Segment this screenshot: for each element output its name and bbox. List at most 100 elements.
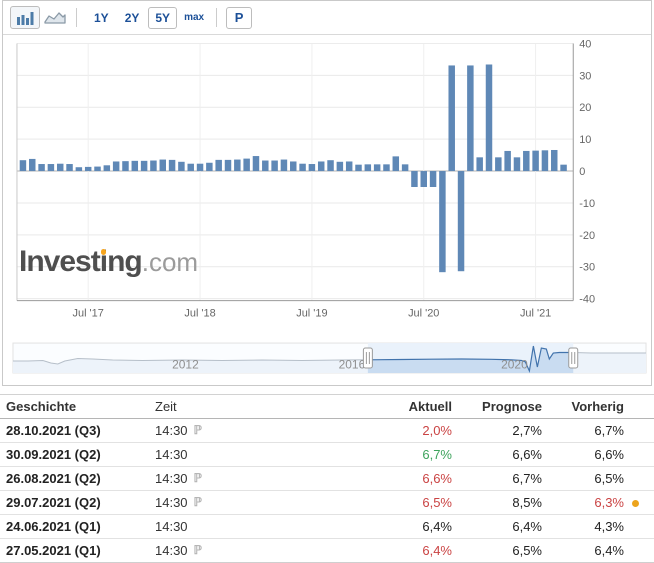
preliminary-flag-icon: ℙ: [194, 471, 202, 485]
forecast-value: 6,5%: [452, 543, 542, 558]
chart-bar[interactable]: [94, 167, 100, 171]
chart-bar[interactable]: [337, 162, 343, 171]
chart-bar[interactable]: [29, 159, 35, 171]
release-time: 14:30ℙ: [150, 495, 300, 510]
chart-bar[interactable]: [476, 157, 482, 171]
chart-bar[interactable]: [187, 164, 193, 171]
chart-widget: 1Y2Y5Ymax P 403020100-10-20-30-40Jul '17…: [2, 0, 652, 386]
chart-bar[interactable]: [318, 161, 324, 171]
previous-value: 6,7%: [542, 423, 624, 438]
chart-bar[interactable]: [290, 161, 296, 171]
chart-bar[interactable]: [542, 150, 548, 171]
chart-bar[interactable]: [458, 171, 464, 271]
chart-bar[interactable]: [346, 161, 352, 171]
chart-bar[interactable]: [560, 165, 566, 171]
main-chart[interactable]: 403020100-10-20-30-40Jul '17Jul '18Jul '…: [3, 35, 653, 337]
chart-bar[interactable]: [327, 160, 333, 171]
chart-bar[interactable]: [430, 171, 436, 187]
navigator-right-handle[interactable]: [569, 348, 578, 368]
chart-bar[interactable]: [122, 161, 128, 171]
chart-toolbar: 1Y2Y5Ymax P: [3, 1, 651, 35]
chart-bar[interactable]: [76, 167, 82, 171]
revision-dot-icon: [632, 500, 639, 507]
chart-bar[interactable]: [215, 160, 221, 171]
chart-bar[interactable]: [383, 164, 389, 171]
release-date: 27.05.2021 (Q1): [0, 543, 150, 558]
chart-bar[interactable]: [448, 65, 454, 171]
chart-bar[interactable]: [486, 64, 492, 171]
chart-bar[interactable]: [532, 151, 538, 171]
chart-bar[interactable]: [374, 164, 380, 171]
chart-bar[interactable]: [132, 161, 138, 171]
range-button-group: 1Y2Y5Ymax: [86, 7, 210, 29]
line-chart-type-button[interactable]: [40, 6, 70, 29]
chart-bar[interactable]: [467, 65, 473, 171]
chart-bar[interactable]: [141, 161, 147, 171]
chart-bar[interactable]: [299, 164, 305, 171]
chart-bar[interactable]: [178, 162, 184, 171]
svg-text:Jul '21: Jul '21: [520, 308, 551, 320]
chart-bar[interactable]: [355, 165, 361, 171]
chart-bar[interactable]: [271, 161, 277, 172]
svg-text:-10: -10: [579, 198, 595, 210]
previous-value: 6,6%: [542, 447, 624, 462]
chart-bar[interactable]: [20, 160, 26, 171]
svg-text:Jul '18: Jul '18: [184, 308, 215, 320]
preliminary-flag-icon: ℙ: [194, 495, 202, 509]
chart-bar[interactable]: [225, 160, 231, 171]
chart-bar[interactable]: [85, 167, 91, 171]
release-date: 30.09.2021 (Q2): [0, 447, 150, 462]
chart-bar[interactable]: [551, 150, 557, 171]
chart-bar[interactable]: [393, 156, 399, 171]
chart-bar[interactable]: [262, 161, 268, 172]
release-time: 14:30: [150, 447, 300, 462]
chart-bar[interactable]: [160, 160, 166, 171]
chart-bar[interactable]: [104, 165, 110, 171]
chart-bar[interactable]: [48, 164, 54, 171]
svg-text:40: 40: [579, 38, 591, 50]
previous-value: 4,3%: [542, 519, 624, 534]
table-row: 28.10.2021 (Q3)14:30ℙ2,0%2,7%6,7%: [0, 419, 654, 443]
chart-bar[interactable]: [113, 161, 119, 171]
chart-bar[interactable]: [309, 164, 315, 171]
chart-bar[interactable]: [514, 157, 520, 171]
chart-bar[interactable]: [169, 160, 175, 171]
svg-text:30: 30: [579, 70, 591, 82]
chart-bar[interactable]: [495, 157, 501, 171]
chart-bar[interactable]: [504, 151, 510, 171]
chart-bar[interactable]: [421, 171, 427, 187]
chart-bar[interactable]: [439, 171, 445, 272]
chart-bar[interactable]: [57, 164, 63, 171]
chart-bar[interactable]: [197, 164, 203, 171]
forecast-value: 6,6%: [452, 447, 542, 462]
preliminary-toggle-button[interactable]: P: [226, 7, 252, 29]
svg-text:-20: -20: [579, 230, 595, 242]
bar-chart-type-button[interactable]: [10, 6, 40, 29]
chart-bar[interactable]: [150, 161, 156, 172]
chart-bar[interactable]: [38, 164, 44, 171]
range-button-max[interactable]: max: [179, 8, 209, 27]
toolbar-divider: [76, 8, 77, 27]
chart-bar[interactable]: [523, 151, 529, 171]
chart-bar[interactable]: [66, 164, 72, 171]
chart-bar[interactable]: [243, 159, 249, 171]
chart-navigator[interactable]: 201220162020: [3, 337, 651, 385]
column-header-vorherig: Vorherig: [542, 399, 624, 414]
release-date: 28.10.2021 (Q3): [0, 423, 150, 438]
column-header-aktuell: Aktuell: [300, 399, 452, 414]
chart-bar[interactable]: [206, 163, 212, 171]
chart-bar[interactable]: [281, 160, 287, 171]
chart-bar[interactable]: [234, 160, 240, 171]
range-button-1y[interactable]: 1Y: [87, 7, 116, 29]
range-button-5y[interactable]: 5Y: [148, 7, 177, 29]
chart-bar[interactable]: [402, 164, 408, 171]
range-button-2y[interactable]: 2Y: [118, 7, 147, 29]
previous-value: 6,3%: [542, 495, 624, 510]
chart-bar[interactable]: [253, 156, 259, 171]
svg-text:Jul '20: Jul '20: [408, 308, 439, 320]
chart-bar[interactable]: [411, 171, 417, 187]
navigator-left-handle[interactable]: [363, 348, 372, 368]
forecast-value: 2,7%: [452, 423, 542, 438]
chart-bar[interactable]: [365, 164, 371, 171]
table-row: 24.06.2021 (Q1)14:306,4%6,4%4,3%: [0, 515, 654, 539]
